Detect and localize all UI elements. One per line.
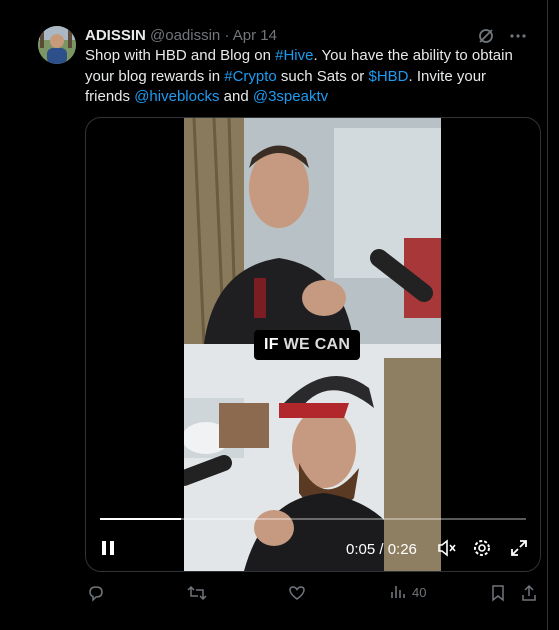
tweet-actions: 40 (85, 584, 540, 606)
mention-hiveblocks[interactable]: @hiveblocks (134, 88, 219, 105)
hashtag-crypto[interactable]: #Crypto (224, 68, 277, 85)
share-icon[interactable] (520, 584, 538, 602)
avatar[interactable] (38, 26, 76, 64)
scrollbar[interactable] (548, 0, 559, 630)
tweet-frame: ADISSIN @oadissin · Apr 14 Shop with HBD… (0, 0, 548, 630)
tweet-header: ADISSIN @oadissin · Apr 14 (85, 27, 277, 44)
like-icon[interactable] (288, 584, 306, 602)
retweet-icon[interactable] (187, 584, 207, 602)
separator: · (224, 27, 230, 44)
grok-icon[interactable] (477, 27, 495, 45)
mute-icon[interactable] (437, 538, 457, 558)
caption-word: IF (264, 336, 279, 353)
author-name[interactable]: ADISSIN (85, 27, 146, 44)
header-icons (477, 27, 527, 45)
hashtag-hive[interactable]: #Hive (275, 47, 313, 64)
pause-icon[interactable] (100, 538, 118, 558)
fullscreen-icon[interactable] (509, 538, 529, 558)
author-handle[interactable]: @oadissin (150, 27, 220, 44)
bookmark-icon[interactable] (490, 584, 506, 602)
cashtag-hbd[interactable]: $HBD (368, 68, 408, 85)
more-icon[interactable] (509, 27, 527, 45)
settings-icon[interactable] (472, 538, 492, 558)
mention-3speaktv[interactable]: @3speaktv (253, 88, 328, 105)
video-player[interactable]: IF WE CAN 0:05 / 0:26 (85, 117, 541, 572)
views-button[interactable]: 40 (390, 584, 426, 600)
progress-fill (100, 518, 181, 520)
text-part: and (219, 88, 253, 105)
video-caption: IF WE CAN (254, 330, 361, 360)
progress-bar[interactable] (100, 518, 526, 520)
tweet-text: Shop with HBD and Blog on #Hive. You hav… (85, 46, 525, 108)
views-count: 40 (412, 584, 427, 600)
views-icon (390, 584, 406, 600)
tweet-date[interactable]: Apr 14 (233, 27, 277, 44)
caption-words: WE CAN (283, 336, 351, 353)
text-part: Shop with HBD and Blog on (85, 47, 276, 64)
text-part: such Sats or (276, 67, 369, 85)
reply-icon[interactable] (87, 584, 105, 602)
video-time: 0:05 / 0:26 (346, 541, 417, 558)
